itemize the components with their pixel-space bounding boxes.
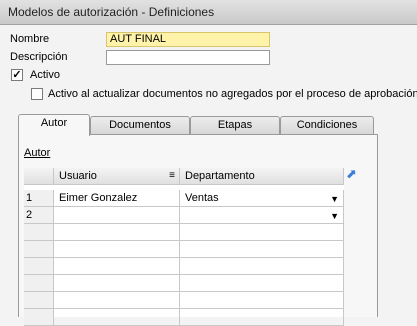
grid-row-number — [24, 292, 54, 309]
grid-cell-usuario[interactable] — [54, 258, 180, 275]
checkmark-icon: ✓ — [12, 69, 22, 81]
grid-cell-departamento[interactable]: ▼ — [180, 207, 344, 224]
dropdown-arrow-icon[interactable]: ▼ — [330, 191, 339, 207]
grid-cell-usuario[interactable] — [54, 275, 180, 292]
activo-docs-label: Activo al actualizar documentos no agreg… — [48, 88, 417, 100]
grid-cell-departamento[interactable]: Ventas ▼ — [180, 190, 344, 207]
grid-cell-usuario[interactable] — [54, 207, 180, 224]
grid-cell-departamento[interactable] — [180, 275, 344, 292]
nombre-field[interactable]: AUT FINAL — [106, 32, 270, 47]
descripcion-field[interactable] — [106, 50, 270, 65]
tab-documentos[interactable]: Documentos — [90, 116, 190, 135]
departamento-value: Ventas — [185, 192, 219, 204]
grid-cell-usuario[interactable] — [54, 224, 180, 241]
tab-etapas[interactable]: Etapas — [190, 116, 280, 135]
grid-row-number: 1 — [24, 190, 54, 207]
descripcion-label: Descripción — [10, 51, 68, 63]
nombre-label: Nombre — [10, 33, 50, 45]
grid-row-number: 2 — [24, 207, 54, 224]
grid-cell-departamento[interactable] — [180, 292, 344, 309]
tab-bar: Autor Documentos Etapas Condiciones — [18, 114, 378, 136]
dropdown-arrow-icon[interactable]: ▼ — [330, 208, 339, 224]
autor-section-label: Autor — [24, 147, 51, 159]
autor-grid: Usuario ≡ Departamento 1 Eimer Gonzalez Ve… — [24, 168, 344, 326]
grid-header-usuario[interactable]: Usuario ≡ — [54, 168, 180, 185]
grid-row-number — [24, 275, 54, 292]
title-bar: Modelos de autorización - Definiciones — [0, 0, 417, 25]
activo-label: Activo — [30, 69, 60, 81]
column-options-icon[interactable]: ≡ — [169, 168, 175, 184]
grid-row-number — [24, 224, 54, 241]
grid-cell-usuario[interactable]: Eimer Gonzalez — [54, 190, 180, 207]
grid-cell-usuario[interactable] — [54, 309, 180, 326]
grid-header-departamento: Departamento — [180, 168, 344, 185]
tab-condiciones[interactable]: Condiciones — [280, 116, 374, 135]
grid-cell-usuario[interactable] — [54, 292, 180, 309]
grid-cell-departamento[interactable] — [180, 224, 344, 241]
expand-arrow-icon[interactable]: ⬈ — [346, 166, 357, 182]
grid-row-number — [24, 258, 54, 275]
grid-row-number — [24, 241, 54, 258]
grid-cell-departamento[interactable] — [180, 241, 344, 258]
grid-cell-usuario[interactable] — [54, 241, 180, 258]
grid-header-rownum — [24, 168, 54, 185]
grid-row-number — [24, 309, 54, 326]
grid-cell-departamento[interactable] — [180, 258, 344, 275]
window-title: Modelos de autorización - Definiciones — [8, 5, 215, 19]
grid-cell-departamento[interactable] — [180, 309, 344, 326]
tab-autor[interactable]: Autor — [18, 114, 90, 136]
activo-docs-checkbox[interactable] — [31, 88, 43, 100]
activo-checkbox[interactable]: ✓ — [11, 69, 23, 81]
